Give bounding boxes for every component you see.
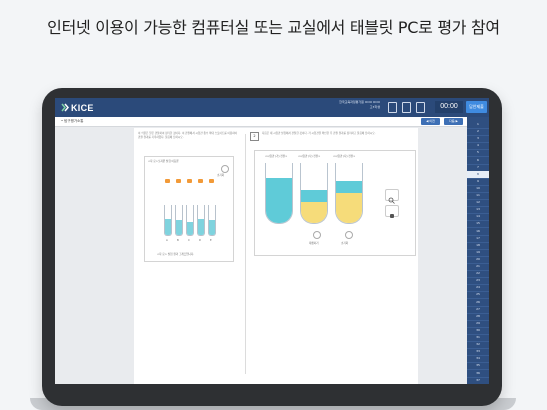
tube-title-1: <시험관 (가) 전환> — [265, 155, 288, 158]
large-test-tube[interactable] — [335, 163, 363, 224]
exam-info-line2: 고3학생 — [369, 105, 380, 109]
right-reset-label: 초기화 — [341, 242, 349, 245]
question-nav-sidebar: 1 2 3 4 5 6 7 8 9 10 11 12 13 14 15 16 17 18 19 20 21 22 23 24 2… — [467, 117, 489, 384]
magnifier-icon — [388, 197, 395, 204]
test-tube — [197, 205, 205, 236]
large-test-tube[interactable] — [265, 163, 293, 224]
logo-text: KICE — [71, 102, 94, 113]
tablet-device: KICE 한국교육과정평가원 OOO OOO 고3학생 00:00 답안제출 •… — [42, 88, 502, 406]
tube-label: C — [188, 239, 190, 242]
tube-title-3: <시험관 (다) 전환> — [333, 155, 356, 158]
tube-label: B — [177, 239, 179, 242]
zoom-icon[interactable] — [416, 102, 425, 113]
tube-label: A — [166, 239, 168, 242]
tube-cap — [198, 179, 203, 183]
page-headline: 인터넷 이용이 가능한 컴퓨터실 또는 교실에서 태블릿 PC로 평가 참여 — [47, 18, 500, 37]
subbar-title: • 탐구평가소통 — [61, 119, 84, 123]
tube-title-2: <시험관 (나) 전환> — [298, 155, 321, 158]
tube-liquid — [165, 218, 171, 235]
left-question-panel: <자 료>오지뿐 실험 이동뿐 초기화 A B C D E <자 료> 실험 결과 그래… — [144, 156, 234, 262]
large-test-tube[interactable] — [300, 163, 328, 224]
left-panel-caption: <자 료> 실험 결과 그래프입니다. — [157, 253, 195, 256]
tube-layer-mid — [301, 190, 327, 202]
submit-answer-button[interactable]: 답안제출 — [466, 101, 487, 113]
test-tube — [175, 205, 183, 236]
prev-button[interactable]: ◀ 이전 — [421, 118, 440, 125]
tube-layer-bottom — [266, 205, 292, 223]
hand-tool-button[interactable] — [385, 205, 399, 218]
reset-icon[interactable] — [345, 231, 353, 239]
kice-logo: KICE — [61, 101, 94, 114]
memo-icon[interactable] — [402, 102, 411, 113]
exam-topbar: KICE 한국교육과정평가원 OOO OOO 고3학생 00:00 답안제출 — [55, 98, 489, 117]
tube-layer-bottom — [336, 193, 362, 223]
magnifier-tool-button[interactable] — [385, 189, 399, 204]
tube-cap — [187, 179, 192, 183]
next-button[interactable]: 다음 ▶ — [444, 118, 463, 125]
play-label: 재생하기 — [309, 242, 319, 245]
tube-liquid — [198, 218, 204, 235]
hand-icon — [390, 214, 394, 218]
question-number: 2 — [250, 132, 259, 141]
tube-cap — [209, 179, 214, 183]
tube-liquid — [176, 220, 182, 235]
test-tube — [208, 205, 216, 236]
exam-subbar: • 탐구평가소통 ◀ 이전 다음 ▶ — [55, 117, 467, 127]
tube-liquid — [187, 221, 193, 235]
left-question-text: 이 식물은 알은 관찰하여 정리한 것이다. 이 관찰에서 시험관 종수 확대 … — [138, 132, 238, 139]
tool-icons — [388, 102, 425, 113]
exam-screen: KICE 한국교육과정평가원 OOO OOO 고3학생 00:00 답안제출 •… — [55, 98, 489, 384]
question-paper: 이 식물은 알은 관찰하여 정리한 것이다. 이 관찰에서 시험관 종수 확대 … — [134, 128, 418, 384]
left-reset-label: 초기화 — [217, 174, 225, 177]
tube-layer-mid — [266, 178, 292, 205]
column-divider — [245, 134, 246, 374]
right-question-panel: <시험관 (가) 전환> <시험관 (나) 전환> <시험관 (다) 전환> 재… — [254, 150, 416, 256]
tube-label: E — [210, 239, 212, 242]
tube-liquid — [209, 220, 215, 235]
reset-icon[interactable] — [221, 165, 229, 173]
test-tube — [186, 205, 194, 236]
exam-info: 한국교육과정평가원 OOO OOO 고3학생 — [310, 100, 380, 110]
tube-cap — [165, 179, 170, 183]
exam-timer: 00:00 — [435, 101, 463, 113]
question-nav-item[interactable]: 37 — [467, 377, 489, 384]
tube-cap — [176, 179, 181, 183]
test-tube — [164, 205, 172, 236]
play-icon[interactable] — [313, 231, 321, 239]
kice-logo-icon — [61, 103, 69, 112]
pen-icon[interactable] — [388, 102, 397, 113]
tube-layer-mid — [336, 181, 362, 193]
left-panel-title: <자 료>오지뿐 실험 이동뿐 — [148, 160, 179, 163]
tube-label: D — [199, 239, 201, 242]
tube-layer-bottom — [301, 202, 327, 223]
right-question-text: 다음은 세 시험관 실험에서 관찰한 것이다. 각 시험관을 확인한 후 관찰 … — [262, 132, 376, 135]
